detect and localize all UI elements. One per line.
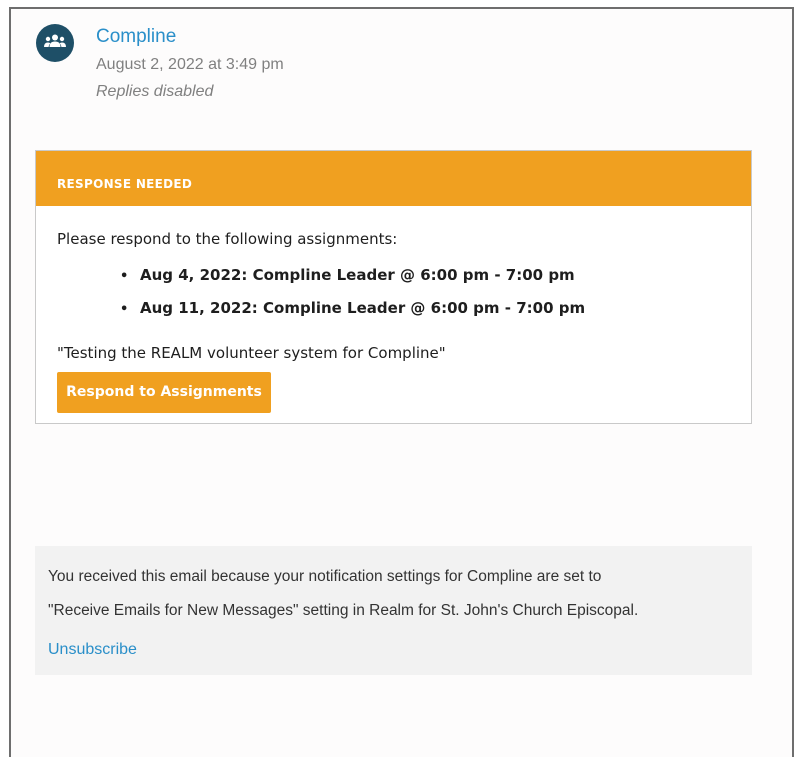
respond-to-assignments-button[interactable]: Respond to Assignments [57,372,271,413]
footer-notice-line-2: "Receive Emails for New Messages" settin… [48,602,639,619]
sender-name-link[interactable]: Compline [96,26,176,48]
assignment-item: • Aug 11, 2022: Compline Leader @ 6:00 pm… [120,299,585,332]
message-date: August 2, 2022 at 3:49 pm [96,56,284,73]
assignment-text: Aug 11, 2022: Compline Leader @ 6:00 pm … [140,299,586,317]
replies-status: Replies disabled [96,83,214,100]
response-needed-card: RESPONSE NEEDED Please respond to the fo… [35,150,752,424]
assignment-text: Aug 4, 2022: Compline Leader @ 6:00 pm -… [140,266,575,284]
assignments-intro: Please respond to the following assignme… [57,230,398,248]
group-icon [44,34,66,53]
unsubscribe-link[interactable]: Unsubscribe [48,641,137,659]
message-quote: "Testing the REALM volunteer system for … [57,344,446,362]
assignment-item: • Aug 4, 2022: Compline Leader @ 6:00 pm … [120,266,585,299]
bullet-icon: • [120,302,129,317]
assignment-list: • Aug 4, 2022: Compline Leader @ 6:00 pm … [120,266,585,332]
email-footer: You received this email because your not… [35,546,752,675]
card-header: RESPONSE NEEDED [36,151,751,206]
group-avatar [36,24,74,62]
bullet-icon: • [120,269,129,284]
footer-notice-line-1: You received this email because your not… [48,568,602,585]
